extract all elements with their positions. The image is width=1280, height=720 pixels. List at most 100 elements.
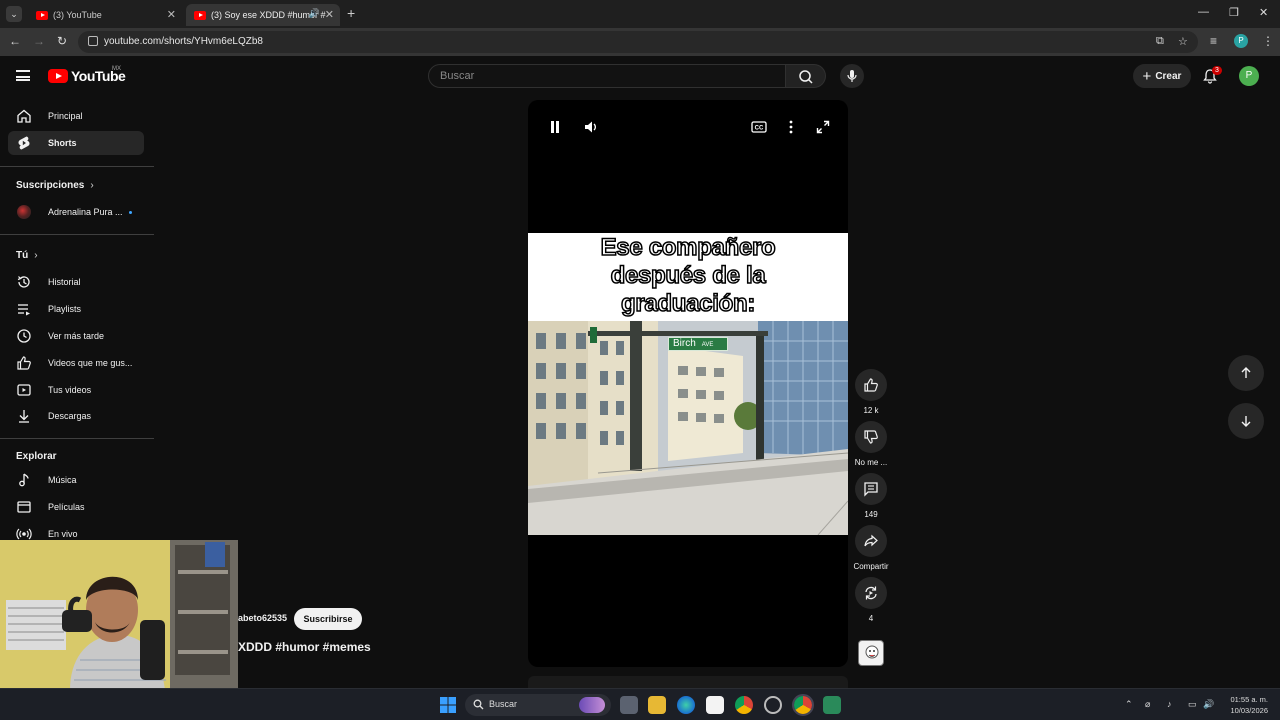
file-explorer-icon[interactable]: [648, 696, 666, 714]
account-avatar[interactable]: P: [1239, 66, 1259, 86]
maximize-icon[interactable]: ❐: [1229, 6, 1239, 19]
comments-action[interactable]: 149: [855, 473, 887, 519]
search-input[interactable]: [440, 70, 770, 82]
reload-icon[interactable]: ↻: [57, 34, 67, 48]
remix-button[interactable]: [855, 577, 887, 609]
microsoft-store-icon[interactable]: [706, 696, 724, 714]
browser-tab-youtube[interactable]: (3) YouTube ✕: [28, 4, 182, 26]
subscriptions-heading[interactable]: Suscripciones ›: [16, 180, 94, 191]
dislike-action[interactable]: No me ...: [855, 421, 887, 467]
close-icon[interactable]: ✕: [167, 8, 176, 21]
playlists-icon: [16, 301, 32, 317]
divider: [0, 438, 154, 439]
next-short-button[interactable]: [1228, 403, 1264, 439]
address-bar[interactable]: youtube.com/shorts/YHvm6eLQZb8 ⧉ ☆: [78, 31, 1198, 53]
share-icon: [864, 534, 878, 547]
pause-icon: [551, 121, 559, 133]
caption-line: después de la: [610, 261, 767, 290]
reading-list-icon[interactable]: ≡: [1210, 34, 1217, 48]
fullscreen-button[interactable]: [813, 118, 833, 136]
sidebar-item-ver-mas-tarde[interactable]: Ver más tarde: [8, 324, 144, 348]
youtube-logo[interactable]: YouTube MX: [48, 66, 126, 84]
remix-action[interactable]: 4: [855, 577, 887, 623]
sidebar-item-playlists[interactable]: Playlists: [8, 297, 144, 321]
sidebar-item-historial[interactable]: Historial: [8, 270, 144, 294]
new-content-dot: [128, 210, 132, 214]
tray-display-icon[interactable]: ▭: [1188, 699, 1197, 710]
create-button[interactable]: + Crear: [1133, 64, 1191, 88]
sidebar-item-label: Ver más tarde: [48, 331, 105, 341]
volume-button[interactable]: [582, 118, 602, 136]
comments-button[interactable]: [855, 473, 887, 505]
sidebar-item-videos-que-me-gustan[interactable]: Videos que me gus...: [8, 351, 144, 375]
chrome-icon[interactable]: [735, 696, 753, 714]
bookmark-star-icon[interactable]: ☆: [1178, 35, 1188, 48]
chevron-right-icon: ›: [90, 180, 94, 191]
previous-short-button[interactable]: [1228, 355, 1264, 391]
you-heading[interactable]: Tú ›: [16, 250, 38, 261]
more-vert-icon: [789, 120, 793, 134]
you-heading-label: Tú: [16, 250, 29, 261]
tray-mic-icon[interactable]: ♪: [1167, 699, 1172, 709]
close-icon[interactable]: ✕: [325, 8, 334, 21]
browser-profile-avatar[interactable]: P: [1234, 34, 1248, 48]
divider: [0, 234, 154, 235]
sidebar-item-principal[interactable]: Principal: [8, 104, 144, 128]
sidebar-item-shorts[interactable]: Shorts: [8, 131, 144, 155]
sidebar-item-musica[interactable]: Música: [8, 468, 144, 492]
sidebar-item-adrenalina-pura[interactable]: Adrenalina Pura ...: [8, 200, 144, 224]
captions-button[interactable]: CC: [749, 118, 769, 136]
shorts-player[interactable]: CC Ese compañero después de la graduació…: [528, 100, 848, 667]
windows-start-icon[interactable]: [440, 697, 456, 713]
dislike-button[interactable]: [855, 421, 887, 453]
tab-search-button[interactable]: ⌄: [6, 6, 22, 22]
guide-menu-icon[interactable]: [16, 70, 30, 81]
steam-icon[interactable]: [764, 696, 782, 714]
sound-thumbnail[interactable]: [858, 640, 884, 666]
sidebar-item-tus-videos[interactable]: Tus videos: [8, 378, 144, 402]
like-action[interactable]: 12 k: [855, 369, 887, 415]
voice-search-button[interactable]: [840, 64, 864, 88]
chrome-profile-icon[interactable]: [792, 694, 814, 716]
url-text: youtube.com/shorts/YHvm6eLQZb8: [104, 36, 263, 47]
install-app-icon[interactable]: ⧉: [1156, 35, 1164, 48]
task-view-icon[interactable]: [620, 696, 638, 714]
browser-menu-icon[interactable]: ⋮: [1262, 34, 1274, 48]
tray-chevron-icon[interactable]: ⌃: [1125, 699, 1133, 710]
edge-browser-icon[interactable]: [677, 696, 695, 714]
sidebar-item-descargas[interactable]: Descargas: [8, 404, 144, 428]
remix-icon: [865, 586, 877, 600]
arrow-up-icon: [1241, 367, 1251, 378]
share-button[interactable]: [855, 525, 887, 557]
new-tab-button[interactable]: +: [347, 5, 355, 21]
forward-icon[interactable]: →: [33, 34, 45, 48]
like-button[interactable]: [855, 369, 887, 401]
minimize-icon[interactable]: —: [1198, 6, 1209, 18]
share-action[interactable]: Compartir: [853, 525, 889, 571]
tray-network-off-icon[interactable]: ⌀: [1145, 699, 1150, 710]
back-icon[interactable]: ←: [9, 34, 21, 48]
subscribe-button[interactable]: Suscribirse: [294, 608, 362, 630]
screen: ⌄ (3) YouTube ✕ (3) Soy ese XDDD #humor …: [0, 0, 1280, 720]
app-icon[interactable]: [823, 696, 841, 714]
search-button[interactable]: [786, 64, 826, 88]
sidebar-item-peliculas[interactable]: Películas: [8, 495, 144, 519]
channel-handle[interactable]: abeto62535: [238, 613, 287, 623]
thumbs-down-icon: [864, 430, 878, 444]
taskbar-clock[interactable]: 01:55 a. m. 10/03/2026: [1226, 694, 1268, 716]
pause-button[interactable]: [545, 118, 565, 136]
site-info-icon[interactable]: [88, 36, 98, 46]
movies-icon: [16, 499, 32, 515]
explore-heading-label: Explorar: [16, 451, 57, 462]
tray-volume-icon[interactable]: 🔊: [1203, 699, 1214, 710]
short-title[interactable]: XDDD #humor #memes: [238, 640, 371, 654]
taskbar-search[interactable]: Buscar: [465, 694, 611, 716]
audio-playing-icon[interactable]: 🔊: [309, 8, 320, 19]
window-close-icon[interactable]: ✕: [1259, 6, 1268, 19]
browser-tab-short[interactable]: (3) Soy ese XDDD #humor # 🔊 ✕: [186, 4, 340, 26]
street-sign-name: Birch: [673, 338, 696, 349]
next-short-preview[interactable]: [528, 676, 848, 688]
dislike-label: No me ...: [854, 458, 888, 467]
clock-time: 01:55 a. m.: [1230, 695, 1268, 704]
more-options-button[interactable]: [781, 118, 801, 136]
